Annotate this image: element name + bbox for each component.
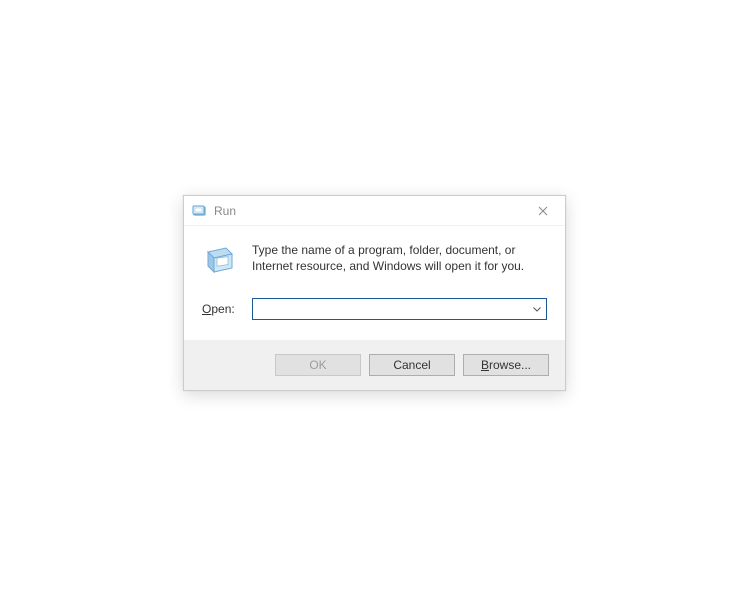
description-text: Type the name of a program, folder, docu… [252, 242, 547, 274]
dialog-title: Run [214, 204, 523, 218]
dialog-body: Type the name of a program, folder, docu… [184, 226, 565, 340]
open-label: Open: [202, 302, 240, 316]
browse-button[interactable]: Browse... [463, 354, 549, 376]
button-bar: OK Cancel Browse... [184, 340, 565, 390]
close-button[interactable] [523, 197, 563, 225]
ok-button: OK [275, 354, 361, 376]
titlebar: Run [184, 196, 565, 226]
run-dialog: Run Type the name of a program, fo [183, 195, 566, 391]
run-icon-small [192, 203, 208, 219]
chevron-down-icon[interactable] [528, 299, 546, 319]
open-row: Open: [202, 298, 547, 320]
run-icon [202, 242, 238, 278]
open-input[interactable] [253, 299, 528, 319]
cancel-button[interactable]: Cancel [369, 354, 455, 376]
open-combobox[interactable] [252, 298, 547, 320]
description-row: Type the name of a program, folder, docu… [202, 242, 547, 278]
